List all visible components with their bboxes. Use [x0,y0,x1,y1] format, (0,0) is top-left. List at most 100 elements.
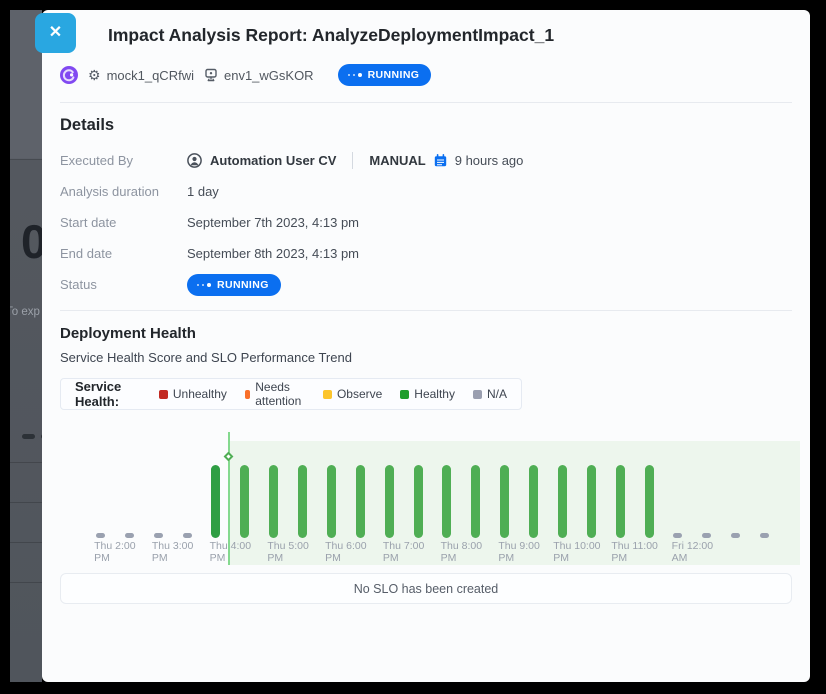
x-axis-label: Thu 6:00PM [325,540,366,564]
health-score-bar [558,465,567,538]
detail-value: September 8th 2023, 4:13 pm [187,246,359,261]
modal-content: Impact Analysis Report: AnalyzeDeploymen… [42,10,810,682]
detail-row-duration: Analysis duration 1 day [60,176,792,207]
health-score-bar [645,465,654,538]
service-name: mock1_qCRfwi [107,68,194,83]
environment-icon [204,68,218,82]
legend-swatch-icon [400,390,409,399]
legend-item: Healthy [400,380,455,408]
chart-bars-row [86,427,779,538]
legend-label: Healthy [414,387,455,401]
status-badge-label: RUNNING [368,69,420,81]
health-score-bar [471,465,480,538]
detail-label: Start date [60,215,187,230]
legend-items: Unhealthy Needs attention Observe Healthy N/… [159,380,507,408]
detail-label: Analysis duration [60,184,187,199]
bar-slot [519,465,548,538]
modal-backdrop[interactable]: 0 To exp [10,10,42,682]
health-score-bar [500,465,509,538]
bar-slot [317,465,346,538]
x-axis-label: Thu 3:00PM [152,540,193,564]
bar-slot [288,465,317,538]
x-axis-label: Thu 5:00PM [267,540,308,564]
detail-row-status: Status RUNNING [60,269,792,300]
legend-item: Observe [323,380,382,408]
health-score-bar [587,465,596,538]
trigger-type: MANUAL [369,153,425,168]
environment-chip: env1_wGsKOR [204,68,314,83]
status-badge-label: RUNNING [217,279,269,291]
legend-swatch-icon [323,390,332,399]
detail-row-end-date: End date September 8th 2023, 4:13 pm [60,238,792,269]
x-axis-label: Thu 7:00PM [383,540,424,564]
executed-time-ago: 9 hours ago [455,153,524,168]
health-score-bar [356,465,365,538]
deployment-health-heading: Deployment Health [60,325,792,342]
impact-analysis-modal: ✕ Impact Analysis Report: AnalyzeDeploym… [42,10,810,682]
bar-slot [606,465,635,538]
screen: 0 To exp ✕ Impact Analysis Report: Analy… [0,0,826,694]
calendar-icon [434,154,447,167]
legend-label: Unhealthy [173,387,227,401]
x-axis-label: Thu 4:00PM [210,540,251,564]
page-title: Impact Analysis Report: AnalyzeDeploymen… [108,25,792,46]
section-divider [60,310,792,311]
x-axis-label: Thu 8:00PM [441,540,482,564]
running-spinner-icon [358,73,362,77]
detail-label: Status [60,277,187,292]
detail-value: Automation User CV MANUAL 9 hours ago [187,152,523,169]
background-divider [10,159,42,160]
running-spinner-icon [348,74,350,76]
detail-value: September 7th 2023, 4:13 pm [187,215,359,230]
legend-label: Needs attention [255,380,305,408]
detail-label: End date [60,246,187,261]
health-score-bar [529,465,538,538]
bar-slot [635,465,664,538]
bar-slot [375,465,404,538]
health-score-bar [442,465,451,538]
background-text-fragment: To exp [10,306,40,318]
detail-row-executed-by: Executed By Automation User CV MANUAL [60,145,792,176]
x-axis-label: Thu 10:00PM [553,540,600,564]
running-spinner-icon [353,74,355,76]
status-badge: RUNNING [187,274,281,296]
details-rows: Executed By Automation User CV MANUAL [60,145,792,300]
environment-name: env1_wGsKOR [224,68,314,83]
legend-item: N/A [473,380,507,408]
x-axis-label: Fri 12:00AM [672,540,713,564]
background-divider [10,462,42,463]
legend-label: Observe [337,387,382,401]
legend-item: Unhealthy [159,380,227,408]
background-bar-stub [22,434,35,439]
background-metric-value: 0 [21,214,42,269]
health-score-bar [269,465,278,538]
service-chip: ⚙ mock1_qCRfwi [88,68,194,83]
health-score-bar [385,465,394,538]
detail-label: Executed By [60,153,187,168]
legend-item: Needs attention [245,380,305,408]
detail-value: 1 day [187,184,219,199]
running-spinner-icon [197,284,199,286]
slo-empty-text: No SLO has been created [354,582,499,596]
header-divider [60,102,792,103]
legend-swatch-icon [473,390,482,399]
service-health-legend: Service Health: UnhealthyNeeds attention… [60,378,522,410]
x-axis-label: Thu 2:00PM [94,540,135,564]
chart-x-labels: Thu 2:00PM Thu 3:00PM Thu 4:00PM Thu 5:00PM… [86,538,779,565]
health-score-bar [327,465,336,538]
health-score-bar [211,465,220,538]
running-spinner-icon [202,284,204,286]
background-divider [10,582,42,583]
bar-slot [577,465,606,538]
bar-slot [259,465,288,538]
report-meta-row: ⚙ mock1_qCRfwi env1_wGsKOR RUNNING [60,64,792,86]
x-axis-label: Thu 9:00PM [498,540,539,564]
user-icon [187,153,202,168]
x-axis-label: Thu 11:00PM [611,540,658,564]
background-divider [10,502,42,503]
bar-slot [202,465,231,538]
executed-by-user: Automation User CV [210,153,336,168]
bar-slot [461,465,490,538]
srm-module-icon [60,66,78,84]
value-separator [352,152,353,169]
